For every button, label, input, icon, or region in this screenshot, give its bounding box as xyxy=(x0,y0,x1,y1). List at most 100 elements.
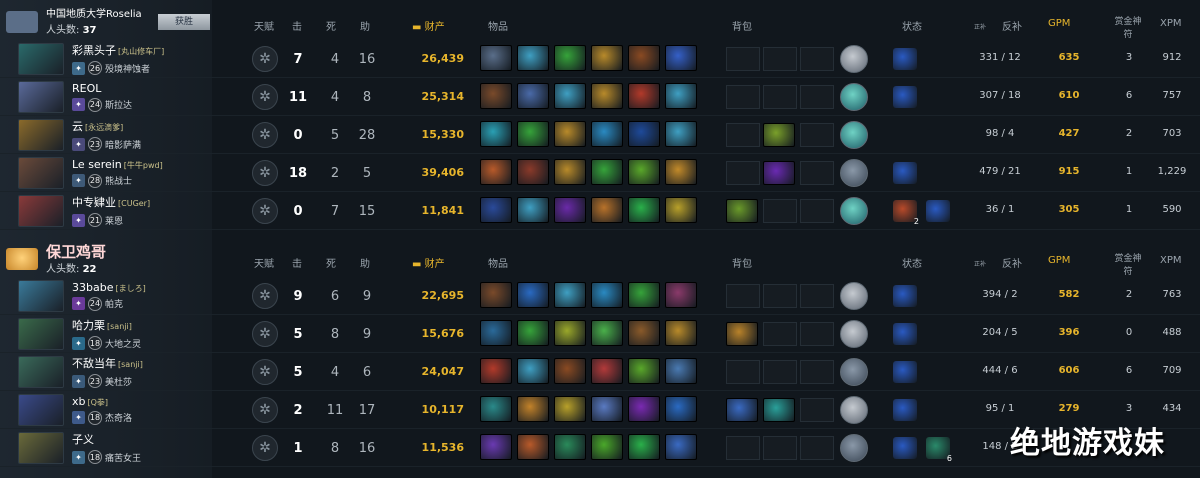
backpack-item-icon[interactable] xyxy=(726,322,758,346)
talent-tree-icon[interactable]: ✲ xyxy=(252,84,278,110)
item-icon[interactable] xyxy=(665,434,697,460)
item-icon[interactable] xyxy=(480,197,512,223)
item-icon[interactable] xyxy=(554,358,586,384)
item-icon[interactable] xyxy=(480,83,512,109)
item-icon[interactable] xyxy=(480,121,512,147)
item-icon[interactable] xyxy=(517,197,549,223)
item-icon[interactable] xyxy=(628,358,660,384)
talent-tree-icon[interactable]: ✲ xyxy=(252,359,278,385)
item-icon[interactable] xyxy=(591,121,623,147)
item-icon[interactable] xyxy=(517,396,549,422)
backpack-item-icon[interactable] xyxy=(763,398,795,422)
talent-tree-icon[interactable]: ✲ xyxy=(252,122,278,148)
item-icon[interactable] xyxy=(591,320,623,346)
item-icon[interactable] xyxy=(665,45,697,71)
item-icon[interactable] xyxy=(628,320,660,346)
player-card[interactable]: 云 [永远滴爹] ✦ 23 暗影萨满 xyxy=(0,116,212,154)
item-icon[interactable] xyxy=(628,83,660,109)
gold-icon: ▬ xyxy=(412,22,422,33)
backpack-item-icon[interactable] xyxy=(763,161,795,185)
item-icon[interactable] xyxy=(665,320,697,346)
item-icon[interactable] xyxy=(628,434,660,460)
item-icon[interactable] xyxy=(554,434,586,460)
player-card[interactable]: 子义 ✦ 18 痛苦女王 xyxy=(0,429,212,467)
item-icon[interactable] xyxy=(665,358,697,384)
item-icon[interactable] xyxy=(517,282,549,308)
backpack-item-icon[interactable] xyxy=(763,123,795,147)
item-icon[interactable] xyxy=(665,121,697,147)
item-icon[interactable] xyxy=(665,159,697,185)
item-icon[interactable] xyxy=(628,197,660,223)
player-card[interactable]: REOL ✦ 24 斯拉达 xyxy=(0,78,212,116)
scoreboard-row: ✲ 5 8 9 15,676 204 / 5 396 0 488 xyxy=(212,315,1200,353)
item-icon[interactable] xyxy=(554,159,586,185)
item-icon[interactable] xyxy=(665,83,697,109)
backpack-item-icon[interactable] xyxy=(726,199,758,223)
talent-tree-icon[interactable]: ✲ xyxy=(252,397,278,423)
item-icon[interactable] xyxy=(665,396,697,422)
item-icon[interactable] xyxy=(480,45,512,71)
item-icon[interactable] xyxy=(554,320,586,346)
talent-tree-icon[interactable]: ✲ xyxy=(252,321,278,347)
item-icon[interactable] xyxy=(517,434,549,460)
neutral-item-icon[interactable] xyxy=(840,358,868,386)
player-card[interactable]: 中专肄业 [CUGer] ✦ 21 莱恩 xyxy=(0,192,212,230)
neutral-item-icon[interactable] xyxy=(840,197,868,225)
talent-tree-icon[interactable]: ✲ xyxy=(252,198,278,224)
item-icon[interactable] xyxy=(480,434,512,460)
item-icon[interactable] xyxy=(591,282,623,308)
item-icon[interactable] xyxy=(554,396,586,422)
item-icon[interactable] xyxy=(591,159,623,185)
item-icon[interactable] xyxy=(591,197,623,223)
item-icon[interactable] xyxy=(628,282,660,308)
item-icon[interactable] xyxy=(628,159,660,185)
item-icon[interactable] xyxy=(554,83,586,109)
player-card[interactable]: 哈力栗 [sanji] ✦ 18 大地之灵 xyxy=(0,315,212,353)
buff-icon xyxy=(893,361,917,383)
item-icon[interactable] xyxy=(591,358,623,384)
item-icon[interactable] xyxy=(517,320,549,346)
item-icon[interactable] xyxy=(517,159,549,185)
item-icon[interactable] xyxy=(480,320,512,346)
talent-tree-icon[interactable]: ✲ xyxy=(252,435,278,461)
neutral-item-icon[interactable] xyxy=(840,282,868,310)
neutral-item-icon[interactable] xyxy=(840,83,868,111)
neutral-item-icon[interactable] xyxy=(840,320,868,348)
item-icon[interactable] xyxy=(591,83,623,109)
neutral-item-icon[interactable] xyxy=(840,396,868,424)
item-icon[interactable] xyxy=(628,45,660,71)
neutral-item-icon[interactable] xyxy=(840,159,868,187)
item-icon[interactable] xyxy=(628,396,660,422)
item-icon[interactable] xyxy=(554,121,586,147)
item-icon[interactable] xyxy=(628,121,660,147)
player-card[interactable]: 不敌当年 [sanji] ✦ 23 美杜莎 xyxy=(0,353,212,391)
item-icon[interactable] xyxy=(591,434,623,460)
hero-level: 23 xyxy=(88,374,102,388)
player-card[interactable]: 彩黑头子 [丸山修车厂] ✦ 26 殁境神蚀者 xyxy=(0,40,212,78)
item-icon[interactable] xyxy=(480,358,512,384)
item-icon[interactable] xyxy=(554,45,586,71)
player-card[interactable]: xb [Q拳] ✦ 18 杰奇洛 xyxy=(0,391,212,429)
talent-tree-icon[interactable]: ✲ xyxy=(252,46,278,72)
player-card[interactable]: Le serein [牛牛pwd] ✦ 28 熊战士 xyxy=(0,154,212,192)
item-icon[interactable] xyxy=(665,197,697,223)
item-icon[interactable] xyxy=(554,197,586,223)
item-icon[interactable] xyxy=(591,45,623,71)
neutral-item-icon[interactable] xyxy=(840,434,868,462)
backpack-item-icon[interactable] xyxy=(726,398,758,422)
item-icon[interactable] xyxy=(591,396,623,422)
item-icon[interactable] xyxy=(480,282,512,308)
item-icon[interactable] xyxy=(480,159,512,185)
talent-tree-icon[interactable]: ✲ xyxy=(252,160,278,186)
talent-tree-icon[interactable]: ✲ xyxy=(252,283,278,309)
item-icon[interactable] xyxy=(517,45,549,71)
neutral-item-icon[interactable] xyxy=(840,45,868,73)
item-icon[interactable] xyxy=(517,83,549,109)
item-icon[interactable] xyxy=(517,358,549,384)
item-icon[interactable] xyxy=(517,121,549,147)
item-icon[interactable] xyxy=(480,396,512,422)
player-card[interactable]: 33babe [ましろ] ✦ 24 帕克 xyxy=(0,277,212,315)
neutral-item-icon[interactable] xyxy=(840,121,868,149)
item-icon[interactable] xyxy=(554,282,586,308)
item-icon[interactable] xyxy=(665,282,697,308)
